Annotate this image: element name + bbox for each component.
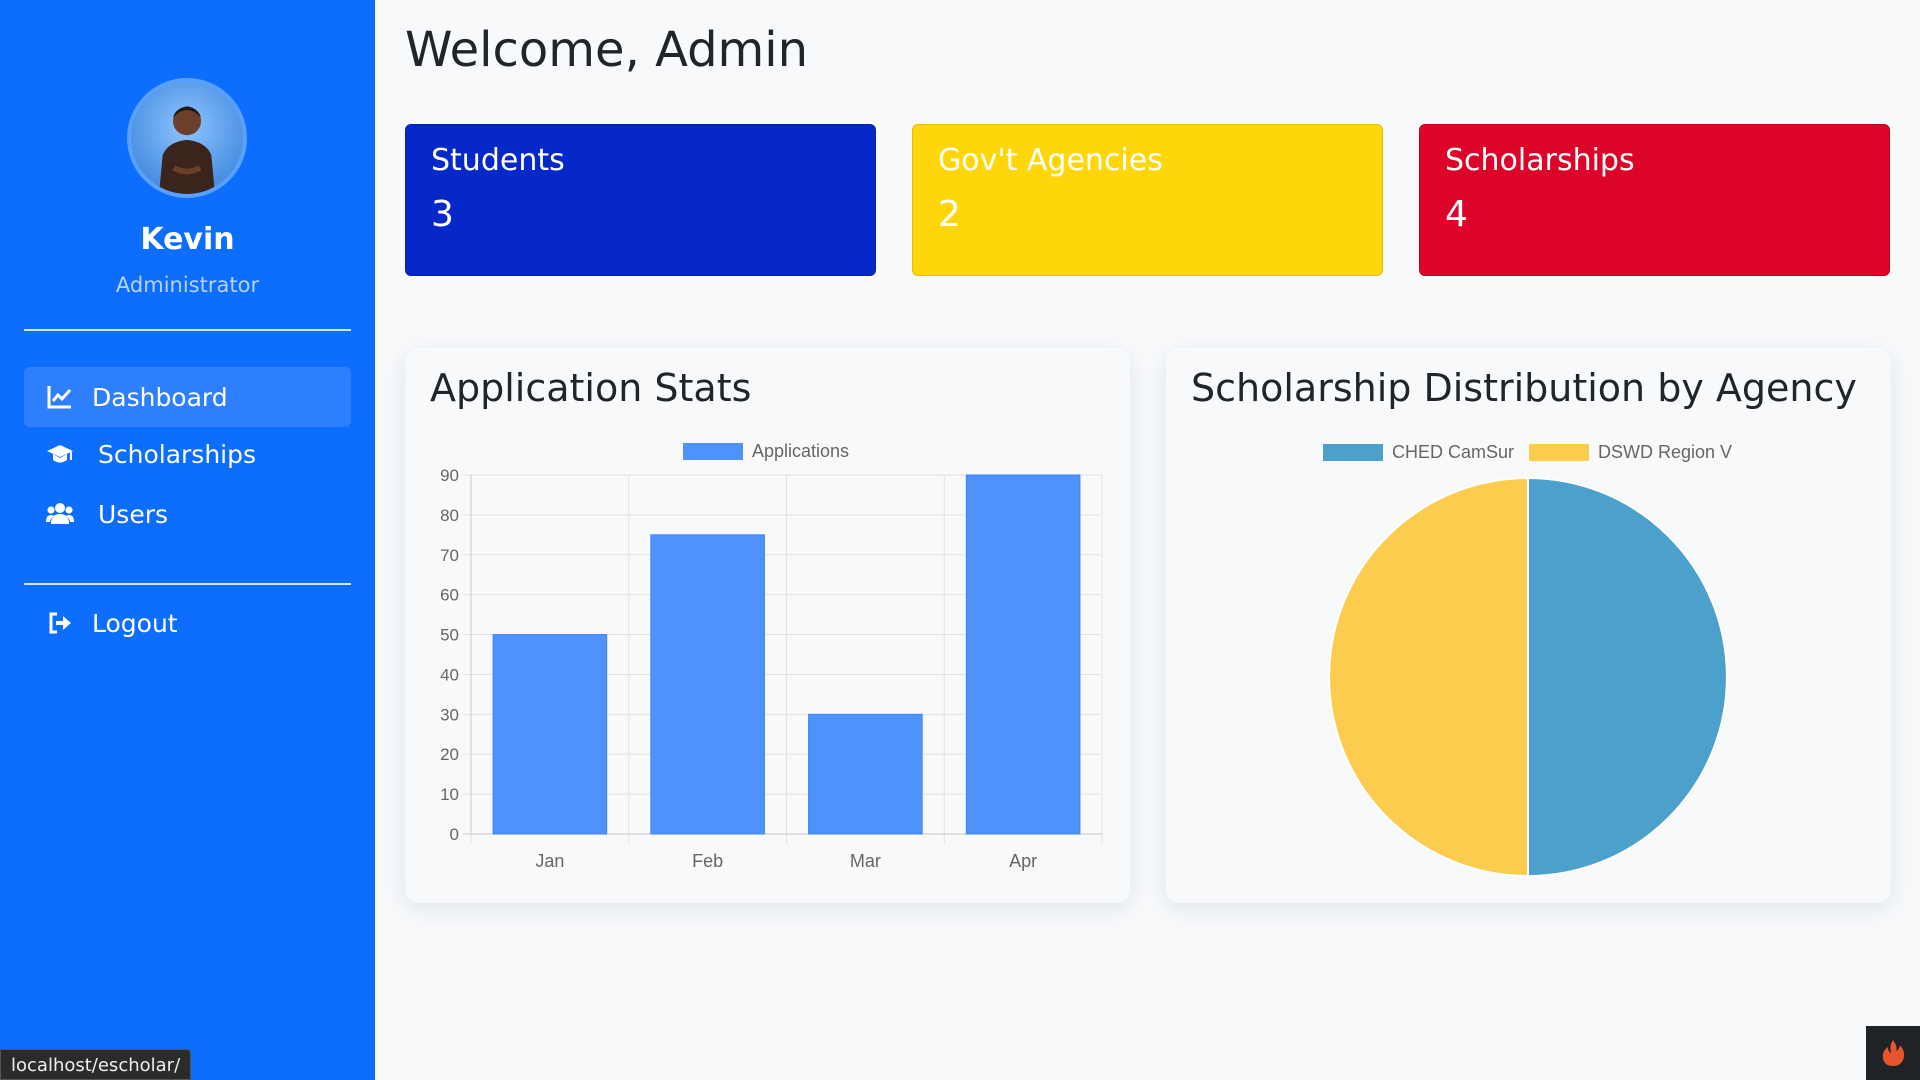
x-tick-label: Apr bbox=[1009, 851, 1037, 871]
sidebar-item-label: Scholarships bbox=[98, 439, 257, 469]
avatar bbox=[127, 78, 247, 198]
y-tick-label: 20 bbox=[440, 745, 459, 764]
stat-label: Scholarships bbox=[1445, 143, 1635, 178]
sidebar-item-users[interactable]: Users bbox=[24, 484, 351, 544]
x-tick-label: Jan bbox=[535, 851, 564, 871]
stat-value: 2 bbox=[938, 194, 961, 235]
sidebar-item-scholarships[interactable]: Scholarships bbox=[24, 424, 351, 484]
stat-label: Gov't Agencies bbox=[938, 143, 1163, 178]
legend-label: DSWD Region V bbox=[1598, 442, 1732, 462]
y-tick-label: 0 bbox=[450, 825, 459, 844]
stat-card-students: Students 3 bbox=[405, 124, 876, 276]
pie-slice bbox=[1527, 476, 1728, 878]
legend-label: CHED CamSur bbox=[1392, 442, 1514, 462]
sidebar-item-dashboard[interactable]: Dashboard bbox=[24, 367, 351, 427]
bar bbox=[650, 534, 765, 835]
sidebar-item-label: Users bbox=[98, 499, 169, 529]
distribution-panel: CHED CamSur DSWD Region V Scholarship Dis… bbox=[1166, 348, 1891, 903]
y-tick-label: 80 bbox=[440, 506, 459, 525]
x-tick-label: Feb bbox=[692, 851, 723, 871]
logout-button[interactable]: Logout bbox=[24, 593, 351, 653]
user-name: Kevin bbox=[140, 222, 235, 257]
stat-card-scholarships: Scholarships 4 bbox=[1419, 124, 1890, 276]
stat-value: 3 bbox=[431, 194, 454, 235]
application-stats-panel: Applications 0 10 20 30 40 50 60 70 80 90 Jan Feb Mar… bbox=[405, 348, 1130, 903]
page-title: Welcome, Admin bbox=[405, 22, 809, 78]
x-tick-label: Mar bbox=[850, 851, 881, 871]
legend-swatch bbox=[1323, 444, 1383, 461]
legend-swatch bbox=[1529, 444, 1589, 461]
panel-title: Application Stats bbox=[430, 366, 752, 410]
sidebar: Kevin Administrator Dashboard Scholarshi… bbox=[0, 0, 375, 1080]
graduation-cap-icon bbox=[46, 440, 74, 468]
user-role: Administrator bbox=[115, 273, 260, 297]
bar bbox=[808, 713, 923, 835]
logout-icon bbox=[46, 609, 74, 637]
bar bbox=[965, 474, 1081, 835]
stat-card-agencies: Gov't Agencies 2 bbox=[912, 124, 1383, 276]
users-icon bbox=[46, 500, 74, 528]
stat-value: 4 bbox=[1445, 194, 1468, 235]
legend-swatch bbox=[683, 443, 743, 460]
y-tick-label: 90 bbox=[440, 466, 459, 485]
status-bar-url: localhost/escholar/ bbox=[0, 1049, 192, 1080]
chart-line-icon bbox=[46, 383, 74, 411]
sidebar-divider bbox=[24, 583, 351, 585]
panel-title: Scholarship Distribution by Agency bbox=[1191, 366, 1857, 410]
legend-label: Applications bbox=[752, 441, 849, 461]
y-tick-label: 60 bbox=[440, 586, 459, 605]
logout-label: Logout bbox=[92, 608, 178, 638]
stat-label: Students bbox=[431, 143, 565, 178]
pie-slice bbox=[1328, 476, 1529, 878]
bar bbox=[492, 634, 608, 835]
y-tick-label: 30 bbox=[440, 705, 459, 724]
bar-chart: Applications 0 10 20 30 40 50 60 70 80 90 Jan Feb Mar… bbox=[440, 441, 1103, 871]
pie-chart: CHED CamSur DSWD Region V bbox=[1323, 442, 1732, 878]
y-tick-label: 10 bbox=[440, 785, 459, 804]
flame-icon[interactable] bbox=[1866, 1026, 1920, 1080]
y-tick-label: 40 bbox=[440, 665, 459, 684]
y-tick-label: 70 bbox=[440, 546, 459, 565]
sidebar-divider bbox=[24, 329, 351, 331]
sidebar-item-label: Dashboard bbox=[92, 382, 228, 412]
y-tick-label: 50 bbox=[440, 626, 459, 645]
